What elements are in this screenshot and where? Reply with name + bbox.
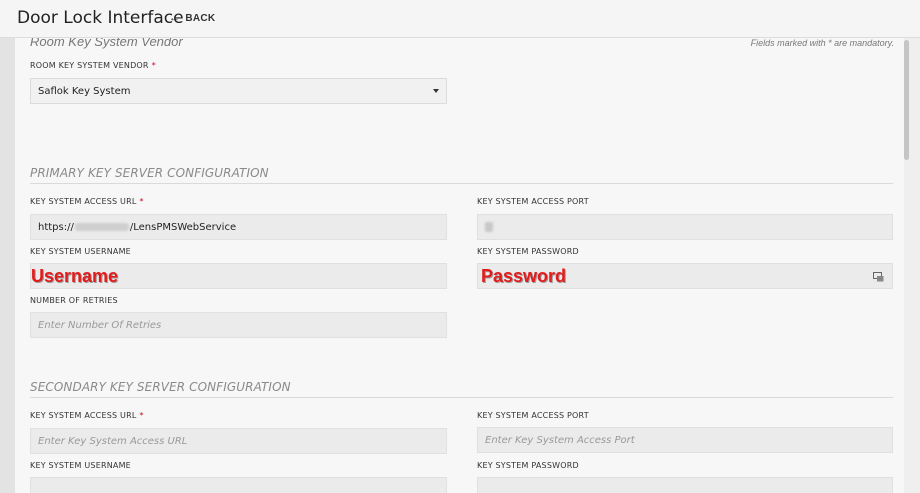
- primary-username-input[interactable]: Username: [30, 263, 447, 289]
- vendor-select[interactable]: Saflok Key System: [30, 78, 447, 104]
- primary-username-label: KEY SYSTEM USERNAME: [30, 247, 131, 256]
- secondary-section-divider: [30, 397, 893, 398]
- back-label: BACK: [185, 12, 216, 24]
- url-prefix: https://: [38, 221, 74, 233]
- secondary-section-title: SECONDARY KEY SERVER CONFIGURATION: [30, 380, 291, 394]
- back-button[interactable]: ← BACK: [169, 12, 215, 24]
- url-suffix: /LensPMSWebService: [129, 221, 237, 233]
- secondary-port-input[interactable]: Enter Key System Access Port: [477, 427, 893, 453]
- password-annotation: Password: [481, 265, 567, 286]
- primary-password-input[interactable]: Password: [477, 263, 893, 289]
- primary-section-divider: [30, 183, 893, 184]
- password-reveal-icon[interactable]: [873, 271, 884, 282]
- username-annotation: Username: [31, 265, 119, 286]
- primary-port-input[interactable]: [477, 214, 893, 240]
- redacted-host: [74, 223, 129, 231]
- primary-password-label: KEY SYSTEM PASSWORD: [477, 247, 579, 256]
- primary-url-label: KEY SYSTEM ACCESS URL *: [30, 197, 144, 206]
- vendor-section-heading: Room Key System Vendor: [30, 38, 183, 49]
- retries-label: NUMBER OF RETRIES: [30, 296, 118, 305]
- redacted-port: [485, 222, 493, 232]
- secondary-url-label: KEY SYSTEM ACCESS URL *: [30, 411, 144, 420]
- top-bar: Door Lock Interface ← BACK: [0, 0, 920, 38]
- secondary-username-label: KEY SYSTEM USERNAME: [30, 461, 131, 470]
- primary-url-input[interactable]: https:// /LensPMSWebService: [30, 214, 447, 240]
- secondary-password-label: KEY SYSTEM PASSWORD: [477, 461, 579, 470]
- vendor-select-value: Saflok Key System: [38, 85, 131, 97]
- vendor-label: ROOM KEY SYSTEM VENDOR *: [30, 61, 156, 70]
- scrollbar-thumb[interactable]: [904, 40, 909, 160]
- page-title: Door Lock Interface: [17, 8, 184, 28]
- secondary-url-input[interactable]: Enter Key System Access URL: [30, 428, 447, 454]
- left-rail: [0, 38, 15, 493]
- primary-port-label: KEY SYSTEM ACCESS PORT: [477, 197, 589, 206]
- mandatory-note: Fields marked with * are mandatory.: [750, 38, 894, 48]
- primary-section-title: PRIMARY KEY SERVER CONFIGURATION: [30, 166, 269, 180]
- secondary-port-label: KEY SYSTEM ACCESS PORT: [477, 411, 589, 420]
- secondary-password-input[interactable]: [477, 477, 893, 493]
- config-panel: Room Key System Vendor Fields marked wit…: [15, 38, 908, 493]
- retries-input[interactable]: Enter Number Of Retries: [30, 312, 447, 338]
- back-arrow-icon: ←: [169, 12, 181, 24]
- secondary-username-input[interactable]: [30, 477, 447, 493]
- chevron-down-icon: [433, 89, 439, 93]
